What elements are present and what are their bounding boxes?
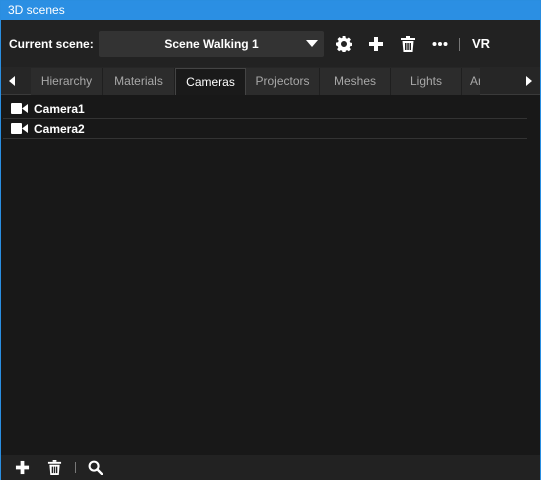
scene-dropdown[interactable]: Scene Walking 1 <box>99 31 324 57</box>
list-item[interactable]: Camera2 <box>3 119 527 139</box>
chevron-down-icon <box>306 40 318 47</box>
tab-ar[interactable]: Ar <box>462 68 480 95</box>
list-item[interactable]: Camera1 <box>3 99 527 119</box>
trash-icon[interactable] <box>47 460 62 475</box>
toolbar-divider <box>459 38 460 51</box>
add-scene-icon[interactable] <box>368 36 384 52</box>
tab-cameras[interactable]: Cameras <box>175 68 246 95</box>
tab-projectors[interactable]: Projectors <box>246 68 320 95</box>
plus-icon[interactable] <box>15 460 30 475</box>
current-scene-label: Current scene: <box>9 37 94 51</box>
tab-bar: Hierarchy Materials Cameras Projectors M… <box>1 67 540 95</box>
camera-name: Camera1 <box>34 102 85 116</box>
trash-icon[interactable] <box>400 36 416 52</box>
chevron-right-icon <box>526 76 532 86</box>
gear-icon[interactable] <box>336 36 352 52</box>
tab-meshes[interactable]: Meshes <box>320 68 391 95</box>
video-camera-icon <box>11 123 28 134</box>
tab-materials[interactable]: Materials <box>103 68 175 95</box>
chevron-left-icon <box>9 76 15 86</box>
tab-scroll-right[interactable] <box>518 67 540 95</box>
tab-scroll-left[interactable] <box>1 67 23 95</box>
vr-button[interactable]: VR <box>472 36 490 51</box>
camera-name: Camera2 <box>34 122 85 136</box>
bottom-toolbar <box>1 455 540 480</box>
more-icon[interactable] <box>432 36 448 52</box>
scenes-window: 3D scenes Current scene: Scene Walking 1… <box>0 0 541 480</box>
tab-hierarchy[interactable]: Hierarchy <box>31 68 103 95</box>
footer-divider <box>75 462 76 473</box>
search-icon[interactable] <box>88 460 103 475</box>
window-title: 3D scenes <box>1 1 540 20</box>
tab-list: Hierarchy Materials Cameras Projectors M… <box>31 68 480 95</box>
scene-toolbar: Current scene: Scene Walking 1 VR <box>1 20 540 67</box>
video-camera-icon <box>11 103 28 114</box>
camera-list: Camera1 Camera2 <box>3 99 527 139</box>
tab-lights[interactable]: Lights <box>391 68 462 95</box>
scene-dropdown-value: Scene Walking 1 <box>164 37 259 51</box>
